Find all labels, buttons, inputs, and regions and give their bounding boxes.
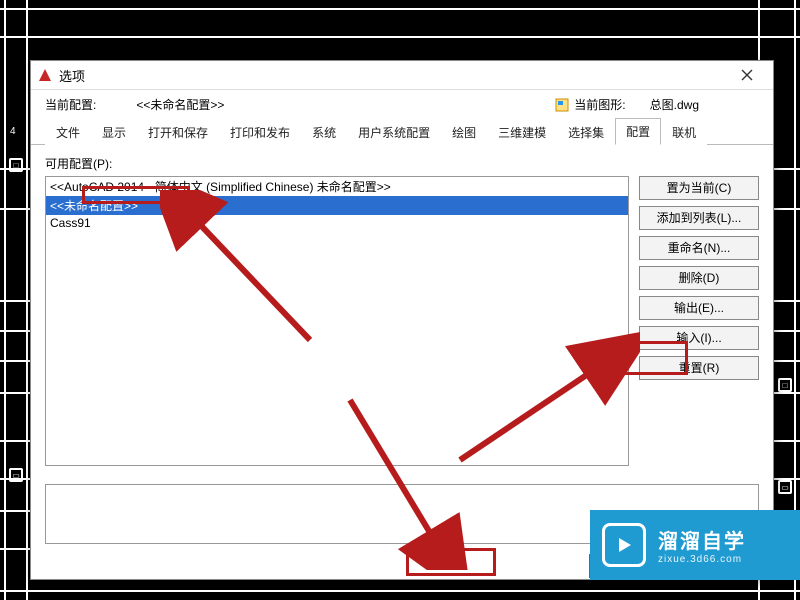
tab-file[interactable]: 文件 bbox=[45, 119, 91, 145]
tab-drafting[interactable]: 绘图 bbox=[441, 119, 487, 145]
close-icon bbox=[741, 69, 753, 81]
options-dialog: 选项 当前配置: <<未命名配置>> 当前图形: 总图.dwg 文件 显示 打开… bbox=[30, 60, 774, 580]
set-current-button[interactable]: 置为当前(C) bbox=[639, 176, 759, 200]
dialog-title: 选项 bbox=[59, 66, 727, 85]
add-to-list-button[interactable]: 添加到列表(L)... bbox=[639, 206, 759, 230]
current-drawing-value: 总图.dwg bbox=[650, 96, 699, 113]
current-drawing-label: 当前图形: bbox=[574, 96, 625, 113]
tab-open-save[interactable]: 打开和保存 bbox=[137, 119, 219, 145]
cad-box-icon-3: ▭ bbox=[778, 480, 792, 494]
list-item[interactable]: <<AutoCAD 2014 - 简体中文 (Simplified Chines… bbox=[46, 177, 628, 196]
cad-box-icon-4: ▭ bbox=[9, 468, 23, 482]
profile-action-buttons: 置为当前(C) 添加到列表(L)... 重命名(N)... 删除(D) 输出(E… bbox=[639, 176, 759, 466]
cad-left-label: 4 bbox=[10, 126, 16, 137]
tab-display[interactable]: 显示 bbox=[91, 119, 137, 145]
tab-selection[interactable]: 选择集 bbox=[557, 119, 615, 145]
titlebar: 选项 bbox=[31, 61, 773, 90]
tab-strip: 文件 显示 打开和保存 打印和发布 系统 用户系统配置 绘图 三维建模 选择集 … bbox=[31, 119, 773, 145]
close-button[interactable] bbox=[727, 61, 767, 89]
tab-system[interactable]: 系统 bbox=[301, 119, 347, 145]
autocad-icon bbox=[37, 67, 53, 83]
tab-profiles[interactable]: 配置 bbox=[615, 118, 661, 145]
tab-3d[interactable]: 三维建模 bbox=[487, 119, 557, 145]
profile-info-row: 当前配置: <<未命名配置>> 当前图形: 总图.dwg bbox=[31, 90, 773, 119]
available-profiles-label: 可用配置(P): bbox=[45, 155, 759, 172]
tab-user-prefs[interactable]: 用户系统配置 bbox=[347, 119, 441, 145]
current-profile-label: 当前配置: bbox=[45, 96, 96, 113]
reset-button[interactable]: 重置(R) bbox=[639, 356, 759, 380]
list-item[interactable]: Cass91 bbox=[46, 215, 628, 231]
watermark-title: 溜溜自学 bbox=[658, 525, 746, 554]
rename-button[interactable]: 重命名(N)... bbox=[639, 236, 759, 260]
tab-online[interactable]: 联机 bbox=[661, 119, 707, 145]
export-button[interactable]: 输出(E)... bbox=[639, 296, 759, 320]
current-profile-value: <<未命名配置>> bbox=[136, 96, 224, 113]
import-button[interactable]: 输入(I)... bbox=[639, 326, 759, 350]
drawing-icon bbox=[554, 97, 570, 113]
cad-box-icon-2: □ bbox=[778, 378, 792, 392]
list-item[interactable]: <<未命名配置>> bbox=[46, 196, 628, 215]
cad-box-icon: □ bbox=[9, 158, 23, 172]
tab-body-profiles: 可用配置(P): <<AutoCAD 2014 - 简体中文 (Simplifi… bbox=[31, 145, 773, 554]
tab-print[interactable]: 打印和发布 bbox=[219, 119, 301, 145]
play-icon bbox=[602, 523, 646, 567]
watermark-logo: 溜溜自学 zixue.3d66.com bbox=[590, 510, 800, 580]
delete-button[interactable]: 删除(D) bbox=[639, 266, 759, 290]
profiles-listbox[interactable]: <<AutoCAD 2014 - 简体中文 (Simplified Chines… bbox=[45, 176, 629, 466]
watermark-url: zixue.3d66.com bbox=[658, 554, 746, 565]
